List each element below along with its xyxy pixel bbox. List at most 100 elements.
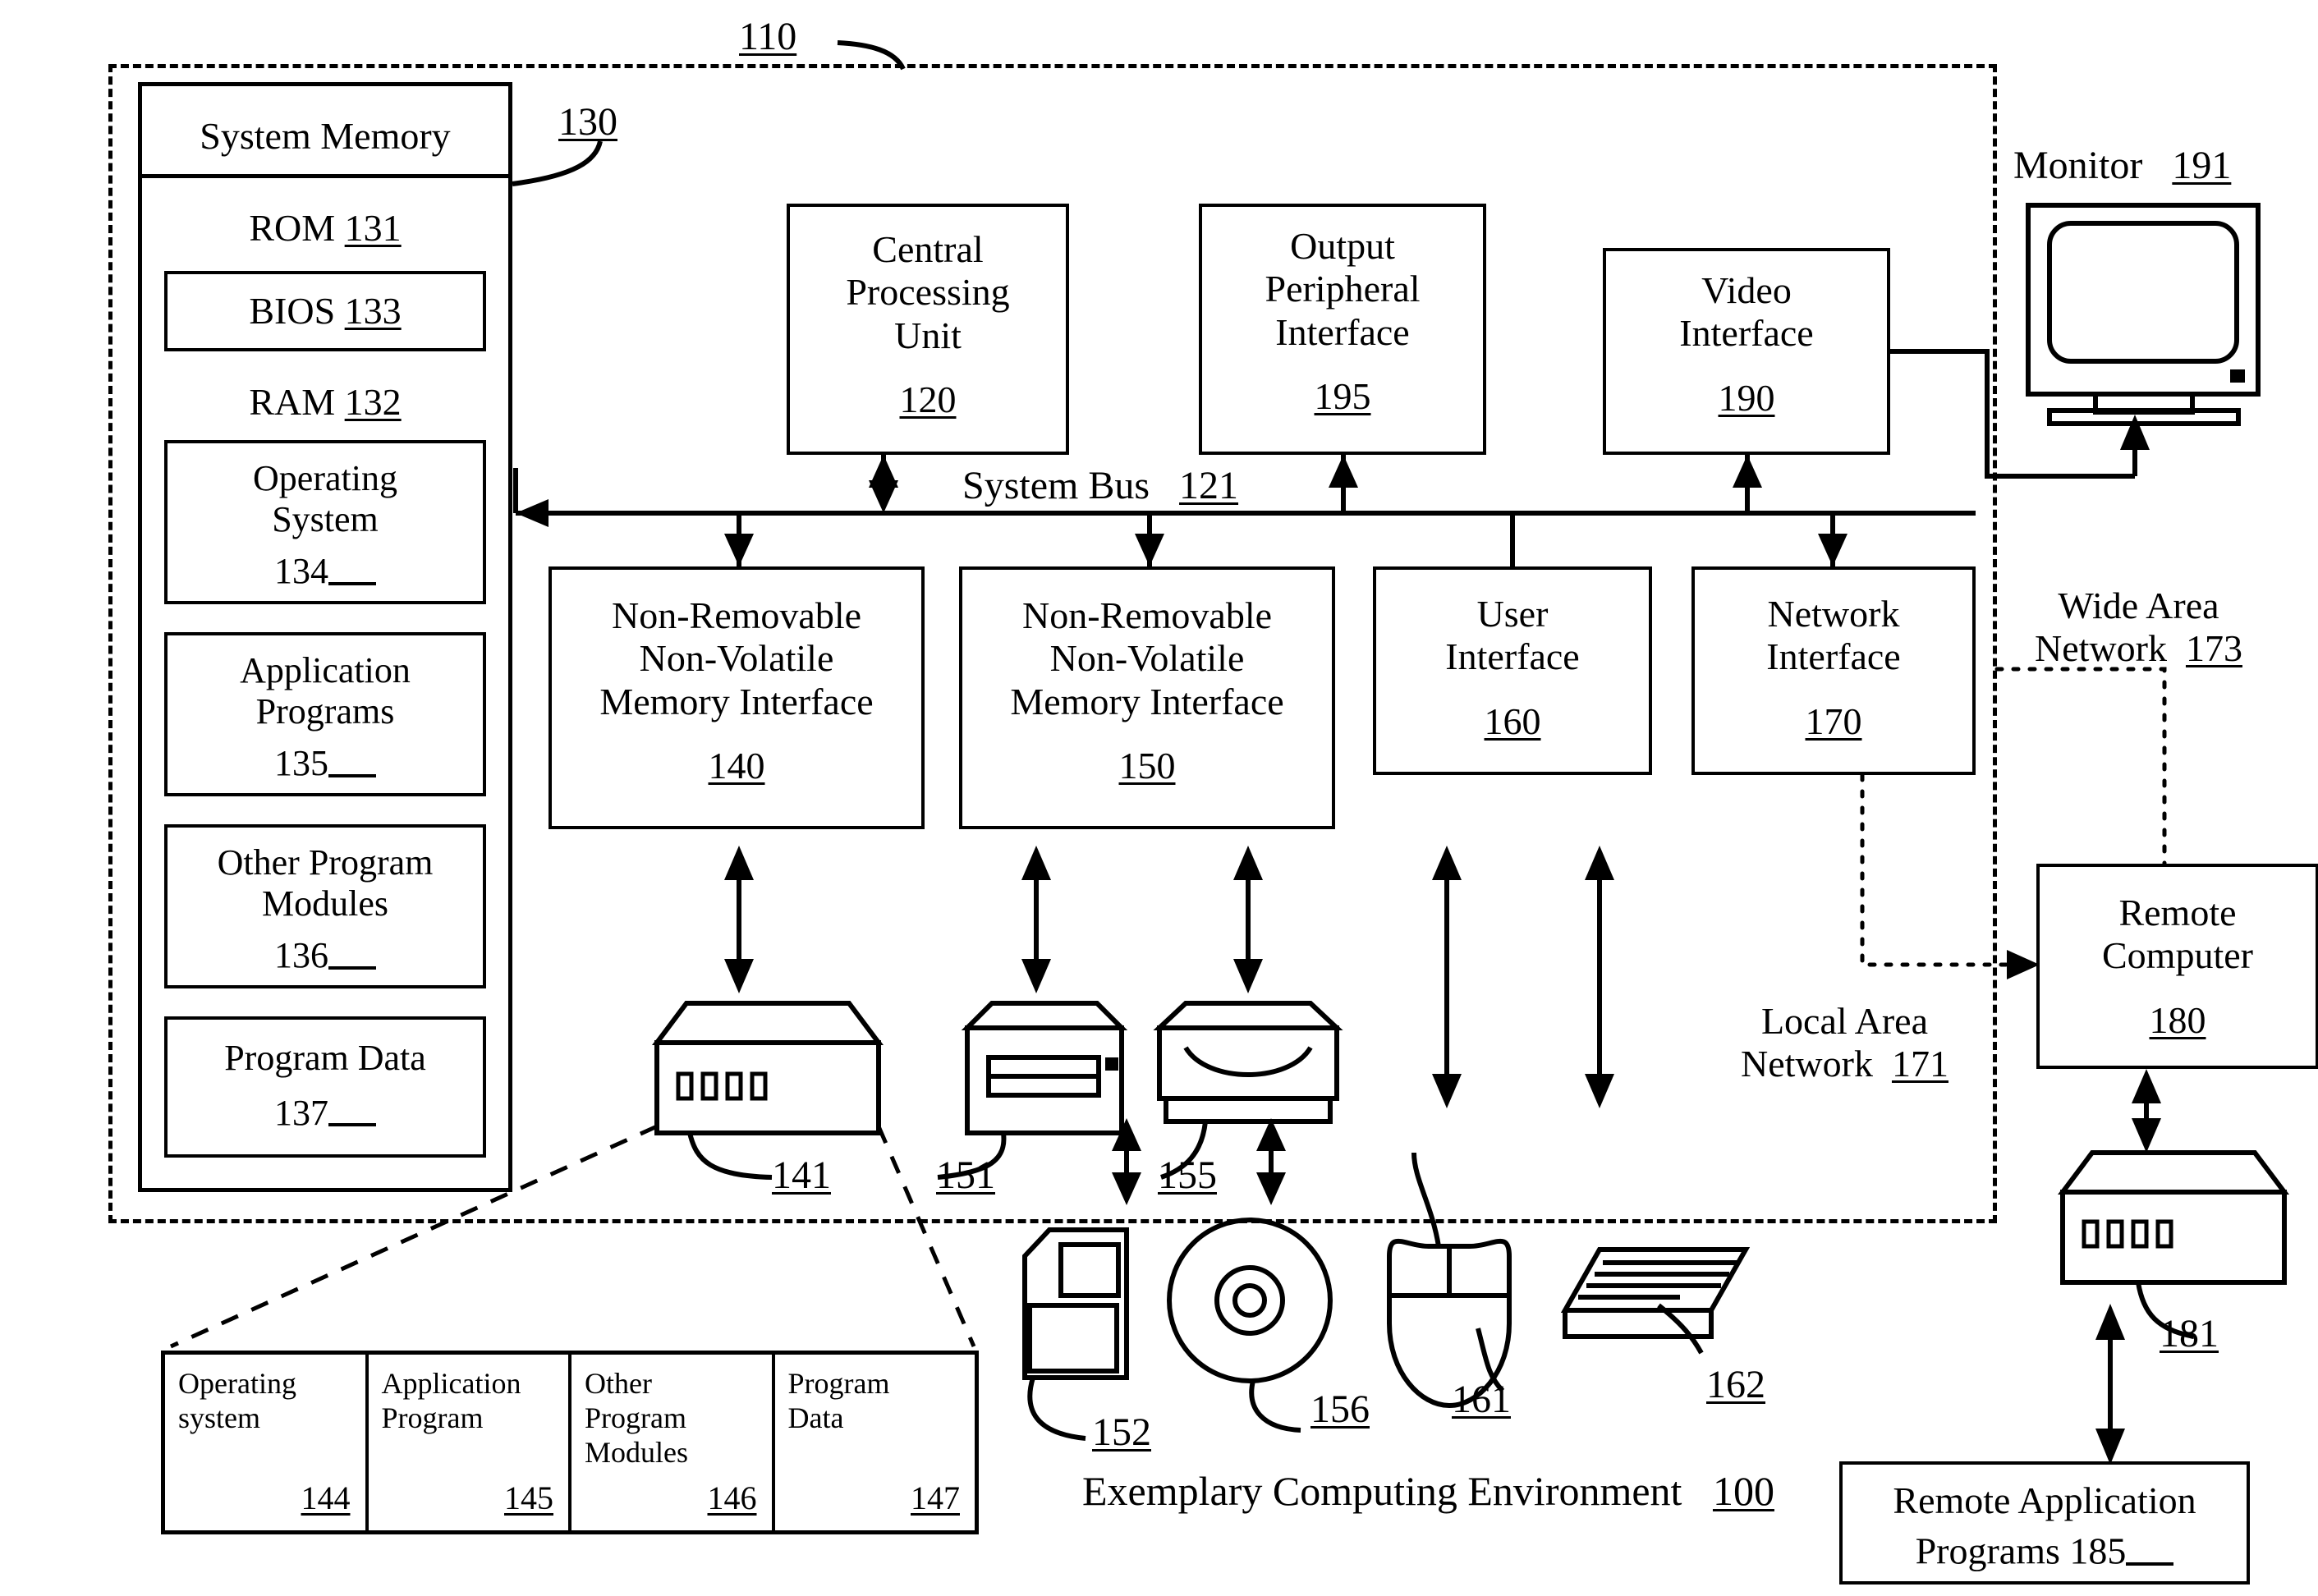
hard-drive-ref-141: 141 bbox=[772, 1153, 831, 1197]
cpu-line1: Central bbox=[872, 228, 984, 270]
figure-canvas: 110 System Memory 130 ROM 131 BIOS 133 R… bbox=[0, 0, 2318, 1596]
ram-block-line2: Modules bbox=[262, 883, 388, 924]
wan-dotted-line bbox=[1994, 667, 2167, 866]
computer-ref-110: 110 bbox=[739, 15, 797, 58]
table-cell: Other Program Modules 146 bbox=[571, 1355, 775, 1530]
removable-memory-interface-box: Non-Removable Non-Volatile Memory Interf… bbox=[959, 566, 1335, 829]
monitor-neck bbox=[2093, 392, 2195, 415]
cell-line2: Data bbox=[787, 1401, 844, 1434]
leader-156 bbox=[1249, 1380, 1301, 1433]
ram-block-other-program-modules: Other Program Modules 136 bbox=[164, 824, 486, 988]
if160-line1: User bbox=[1476, 593, 1549, 635]
cell-line1: Application bbox=[381, 1367, 521, 1400]
opi-ref: 195 bbox=[1314, 375, 1371, 418]
floppy-disk-ref-152: 152 bbox=[1092, 1410, 1151, 1454]
opi-line1: Output bbox=[1290, 225, 1395, 267]
monitor-screen bbox=[2047, 221, 2239, 364]
leader-162 bbox=[1657, 1303, 1704, 1355]
monitor-base bbox=[2047, 408, 2241, 426]
remote-modem-icon bbox=[2058, 1150, 2289, 1285]
cell-line1: Other bbox=[585, 1367, 652, 1400]
optical-drive-ref-155: 155 bbox=[1158, 1153, 1217, 1197]
if150-line1: Non-Removable bbox=[1021, 594, 1273, 636]
floppy-drive-ref-151: 151 bbox=[936, 1153, 995, 1197]
if140-ref: 140 bbox=[708, 745, 765, 787]
if140-line2: Non-Volatile bbox=[639, 637, 834, 680]
system-bus-label: System Bus 121 bbox=[962, 464, 1239, 507]
central-processing-unit-box: Central Processing Unit 120 bbox=[787, 204, 1069, 455]
system-memory-title: System Memory bbox=[200, 115, 451, 157]
cell-line1: Program bbox=[787, 1367, 890, 1400]
if150-line3: Memory Interface bbox=[1010, 680, 1284, 722]
lan-arrow bbox=[2007, 950, 2040, 979]
ram-block-line2: Programs bbox=[255, 691, 395, 732]
storage-contents-table: Operating system 144 Application Program… bbox=[161, 1351, 979, 1534]
optical-disc-ref-156: 156 bbox=[1310, 1387, 1370, 1431]
wan-line2: Network 173 bbox=[2035, 627, 2242, 670]
ram-block-ref: 135 bbox=[274, 736, 376, 784]
cell-line3: Modules bbox=[585, 1436, 688, 1469]
monitor-outer-case bbox=[2026, 203, 2261, 397]
local-area-network-label: Local Area Network 171 bbox=[1741, 1000, 1948, 1086]
arrow-remote-computer-modem bbox=[2132, 1069, 2161, 1153]
if170-ref: 170 bbox=[1805, 699, 1862, 742]
wan-line1: Wide Area bbox=[2058, 585, 2219, 626]
remote-application-programs-box: Remote Application Programs 185 bbox=[1839, 1461, 2250, 1585]
ram-block-program-data: Program Data 137 bbox=[164, 1016, 486, 1158]
remote-modem-ref-181: 181 bbox=[2160, 1312, 2219, 1355]
ram-block-line1: Other Program bbox=[217, 842, 434, 883]
ram-block-ref: 134 bbox=[274, 543, 376, 592]
wide-area-network-label: Wide Area Network 173 bbox=[2035, 585, 2242, 671]
user-interface-box: User Interface 160 bbox=[1373, 566, 1652, 775]
if160-line2: Interface bbox=[1445, 635, 1580, 678]
ram-block-line1: Application bbox=[240, 650, 411, 690]
table-cell: Program Data 147 bbox=[775, 1355, 975, 1530]
remote-modem-leds bbox=[2082, 1219, 2173, 1249]
monitor-arrow bbox=[2120, 415, 2150, 450]
ram-block-ref: 137 bbox=[274, 1085, 376, 1134]
remote-apps-line1: Remote Application bbox=[1893, 1479, 2196, 1521]
cpu-ref: 120 bbox=[899, 378, 957, 421]
system-memory-title-divider bbox=[140, 174, 511, 178]
table-cell: Operating system 144 bbox=[165, 1355, 369, 1530]
mouse-ref-161: 161 bbox=[1452, 1378, 1511, 1421]
if170-line2: Interface bbox=[1766, 635, 1901, 678]
leader-152 bbox=[1027, 1377, 1086, 1441]
opi-line3: Interface bbox=[1275, 310, 1410, 353]
cell-line1: Operating bbox=[178, 1367, 296, 1400]
floppy-disk-icon bbox=[1022, 1227, 1129, 1380]
if140-line1: Non-Removable bbox=[611, 594, 862, 636]
remote-ref: 180 bbox=[2149, 998, 2206, 1041]
cpu-line2: Processing bbox=[846, 271, 1010, 314]
arrow-modem-remote-apps bbox=[2095, 1304, 2125, 1465]
ram-label: RAM 132 bbox=[249, 381, 402, 423]
ram-block-line1: Program Data bbox=[224, 1038, 426, 1078]
if150-line2: Non-Volatile bbox=[1049, 637, 1245, 680]
remote-apps-line2: Programs 185 bbox=[1916, 1522, 2174, 1573]
monitor-power-led bbox=[2230, 369, 2245, 383]
ram-block-ref: 136 bbox=[274, 928, 376, 976]
cell-line2: system bbox=[178, 1401, 261, 1434]
rom-label: ROM 131 bbox=[249, 207, 402, 249]
cell-ref: 144 bbox=[301, 1479, 351, 1516]
remote-line2: Computer bbox=[2102, 934, 2253, 977]
network-interface-box: Network Interface 170 bbox=[1691, 566, 1976, 775]
cpu-line3: Unit bbox=[894, 314, 962, 356]
remote-computer-box: Remote Computer 180 bbox=[2036, 864, 2318, 1069]
bios-label: BIOS 133 bbox=[249, 289, 402, 332]
keyboard-ref-162: 162 bbox=[1706, 1363, 1765, 1406]
bios-box: BIOS 133 bbox=[164, 271, 486, 351]
video-line2: Interface bbox=[1679, 312, 1814, 355]
if150-ref: 150 bbox=[1118, 745, 1176, 787]
output-peripheral-interface-box: Output Peripheral Interface 195 bbox=[1199, 204, 1486, 455]
nonremovable-memory-interface-box: Non-Removable Non-Volatile Memory Interf… bbox=[549, 566, 925, 829]
remote-line1: Remote bbox=[2118, 892, 2237, 933]
if170-line1: Network bbox=[1767, 593, 1900, 635]
cell-ref: 147 bbox=[911, 1479, 960, 1516]
table-cell: Application Program 145 bbox=[369, 1355, 571, 1530]
ram-block-application-programs: Application Programs 135 bbox=[164, 632, 486, 796]
ram-block-line1: Operating bbox=[253, 458, 397, 498]
video-interface-box: Video Interface 190 bbox=[1603, 248, 1890, 455]
figure-caption: Exemplary Computing Environment 100 bbox=[1082, 1468, 1774, 1514]
cell-ref: 145 bbox=[504, 1479, 553, 1516]
